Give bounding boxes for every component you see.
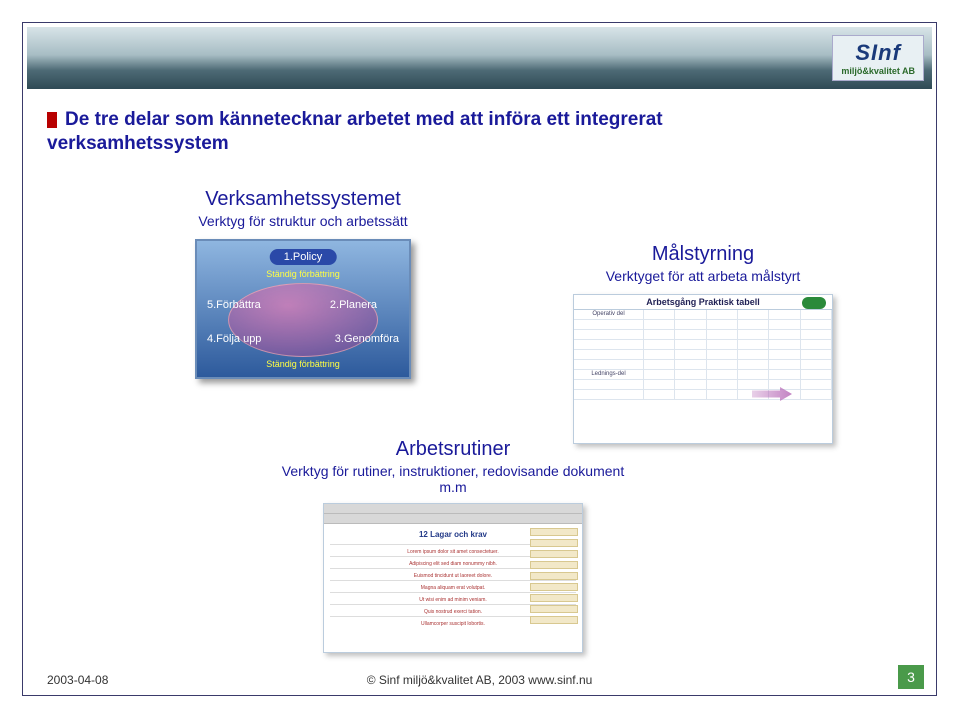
logo-tagline: miljö&kvalitet AB bbox=[841, 66, 915, 76]
section1-sub: Verktyg för struktur och arbetssätt bbox=[153, 213, 453, 229]
section3-sub: Verktyg för rutiner, instruktioner, redo… bbox=[273, 463, 633, 495]
pdca-diagram: 1.Policy Ständig förbättring 5.Förbättra… bbox=[195, 239, 411, 379]
page-number: 3 bbox=[898, 665, 924, 689]
doc-side-cells bbox=[530, 528, 578, 624]
table-title: Arbetsgång Praktisk tabell bbox=[574, 295, 832, 310]
doc-toolbar-2 bbox=[324, 514, 582, 524]
document-screenshot: 12 Lagar och krav Lorem ipsum dolor sit … bbox=[323, 503, 583, 653]
pdca-step-4: 4.Följa upp bbox=[207, 333, 261, 345]
bullet-icon bbox=[47, 112, 57, 128]
doc-toolbar bbox=[324, 504, 582, 514]
slide-title: De tre delar som kännetecknar arbetet me… bbox=[47, 108, 826, 156]
section-malstyrning: Målstyrning Verktyget för att arbeta mål… bbox=[543, 243, 863, 444]
section-arbetsrutiner: Arbetsrutiner Verktyg för rutiner, instr… bbox=[273, 438, 633, 653]
green-pill-icon bbox=[802, 297, 826, 309]
pdca-improve-bottom: Ständig förbättring bbox=[266, 359, 340, 369]
pdca-improve-top: Ständig förbättring bbox=[266, 269, 340, 279]
section2-sub: Verktyget för att arbeta målstyrt bbox=[543, 268, 863, 284]
pdca-oval-icon bbox=[228, 283, 378, 357]
pdca-step-5: 5.Förbättra bbox=[207, 299, 261, 311]
slide-frame: SInf miljö&kvalitet AB De tre delar som … bbox=[22, 22, 937, 696]
section3-heading: Arbetsrutiner bbox=[273, 438, 633, 461]
section-verksamhetssystemet: Verksamhetssystemet Verktyg för struktur… bbox=[153, 188, 453, 379]
table-grid: Operativ del Lednings-del bbox=[574, 310, 832, 400]
pdca-step-3: 3.Genomföra bbox=[335, 333, 399, 345]
row-header-a: Operativ del bbox=[574, 310, 644, 320]
goal-table-diagram: Arbetsgång Praktisk tabell Operativ del … bbox=[573, 294, 833, 444]
footer-date: 2003-04-08 bbox=[47, 673, 108, 687]
slide-title-text: De tre delar som kännetecknar arbetet me… bbox=[47, 109, 663, 154]
pdca-policy-pill: 1.Policy bbox=[270, 249, 337, 265]
section2-heading: Målstyrning bbox=[543, 243, 863, 266]
logo: SInf miljö&kvalitet AB bbox=[832, 35, 924, 81]
header-banner: SInf miljö&kvalitet AB bbox=[27, 27, 932, 89]
logo-name: SInf bbox=[841, 40, 915, 66]
pdca-step-2: 2.Planera bbox=[330, 299, 377, 311]
section1-heading: Verksamhetssystemet bbox=[153, 188, 453, 211]
row-header-b: Lednings-del bbox=[574, 370, 644, 380]
footer-copyright: © Sinf miljö&kvalitet AB, 2003 www.sinf.… bbox=[367, 673, 593, 687]
